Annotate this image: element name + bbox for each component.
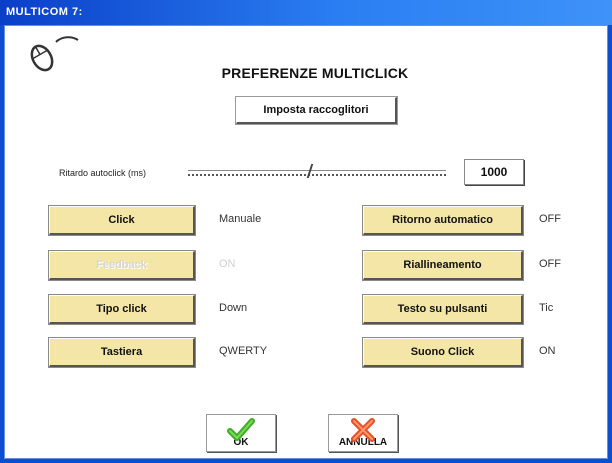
keyboard-button[interactable]: Tastiera [48,337,196,368]
realignment-value: OFF [539,258,561,270]
feedback-value: ON [219,258,236,270]
click-sound-button[interactable]: Suono Click [362,337,524,368]
button-text-value: Tic [539,302,554,314]
realignment-button[interactable]: Riallineamento [362,250,524,281]
checkmark-icon [227,418,255,441]
autoclick-delay-slider[interactable] [188,164,446,180]
click-mode-value: Manuale [219,213,262,225]
click-mode-button[interactable]: Click [48,205,196,236]
click-type-value: Down [219,302,248,314]
keyboard-value: QWERTY [219,345,268,357]
auto-return-button[interactable]: Ritorno automatico [362,205,524,236]
feedback-button[interactable]: Feedback [48,250,196,281]
button-text-button[interactable]: Testo su pulsanti [362,294,524,325]
slider-ticks [188,174,446,176]
preferences-window [4,25,608,459]
click-type-button[interactable]: Tipo click [48,294,196,325]
click-sound-value: ON [539,345,556,357]
mouse-icon [26,34,82,79]
page-title: PREFERENZE MULTICLICK [221,65,409,81]
cancel-button[interactable]: ANNULLA [328,414,398,452]
title-bar: MULTICOM 7: [0,0,612,25]
autoclick-delay-label: Ritardo autoclick (ms) [59,168,147,178]
setup-collectors-button[interactable]: Imposta raccoglitori [235,96,398,125]
slider-line [188,170,446,171]
window-title: MULTICOM 7: [6,6,83,18]
autoclick-delay-value[interactable]: 1000 [464,159,524,185]
cross-icon [351,418,375,442]
auto-return-value: OFF [539,213,561,225]
ok-button[interactable]: OK [206,414,276,452]
window-bottom-border [0,459,612,463]
